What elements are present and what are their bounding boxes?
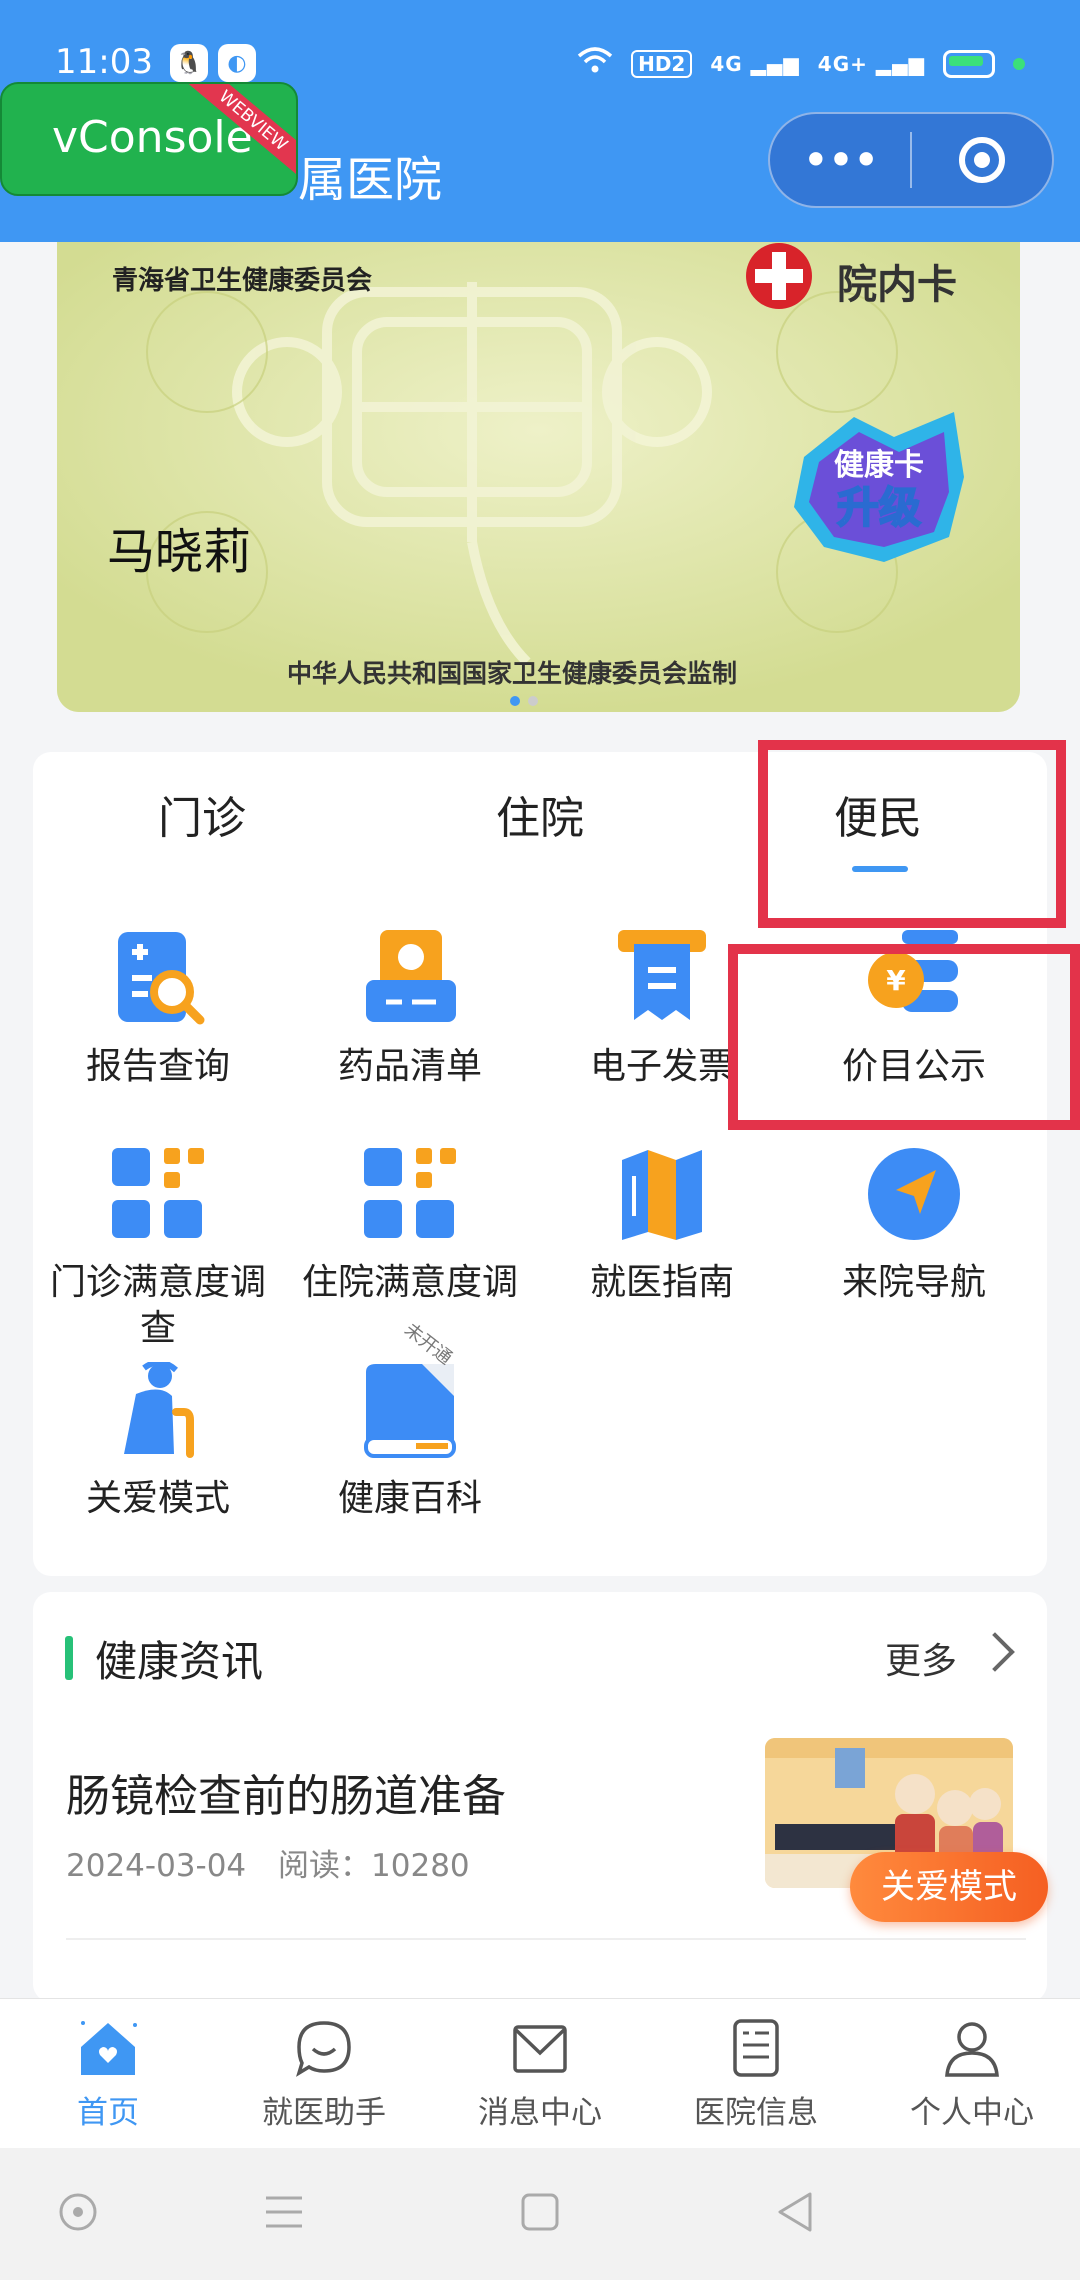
tabbar-label: 医院信息 [694, 2095, 818, 2131]
service-label: 健康百科 [337, 1478, 482, 1519]
signal-2: 4G+ ▂▄▆ [817, 52, 925, 76]
vconsole-label: vConsole [52, 112, 253, 163]
carousel-dots [510, 696, 538, 706]
home-icon [81, 2021, 137, 2075]
status-indicators: HD2 4G ▂▄▆ 4G+ ▂▄▆ [577, 46, 1025, 82]
health-card[interactable]: 青海省卫生健康委员会 院内卡 马晓莉 健康卡 升级 中华人民共和国国家卫生健康委… [57, 242, 1020, 712]
status-app-icons: 🐧 ◐ [170, 44, 256, 82]
service-inpatient-survey[interactable]: 住院满意度调查 [285, 1146, 535, 1306]
chevron-right-icon[interactable] [975, 1632, 1015, 1672]
article-date: 2024-03-04 [66, 1848, 247, 1884]
service-outpatient-survey[interactable]: 门诊满意度调查 [33, 1146, 283, 1352]
inpatient-survey-icon [364, 1148, 456, 1238]
highlight-box-tab [758, 740, 1066, 928]
tabbar-profile[interactable]: 个人中心 [864, 2017, 1080, 2132]
service-label: 关爱模式 [85, 1478, 230, 1519]
more-button[interactable]: ••• [770, 130, 910, 190]
medicine-list-icon [366, 930, 456, 1022]
tabbar-home[interactable]: 首页 [0, 2017, 216, 2132]
assistant-circle-icon[interactable] [56, 2190, 100, 2234]
news-divider [66, 1938, 1026, 1940]
medical-guide-icon [622, 1150, 702, 1240]
service-elderly-care[interactable]: 关爱模式 [33, 1362, 283, 1522]
card-supervisor: 中华人民共和国国家卫生健康委员会监制 [287, 659, 738, 688]
news-section-title: 健康资讯 [95, 1637, 264, 1686]
e-invoice-icon [618, 930, 706, 1020]
chat-assistant-icon [296, 2021, 351, 2077]
charging-dot [1013, 58, 1025, 70]
navigation-icon [868, 1148, 960, 1240]
page-title: 属医院 [298, 152, 443, 208]
service-label: 药品清单 [337, 1046, 482, 1087]
health-encyclopedia-icon [364, 1364, 456, 1458]
section-accent-bar [65, 1636, 73, 1680]
service-medicine-list[interactable]: 药品清单 [285, 930, 535, 1090]
tabbar-assistant[interactable]: 就医助手 [216, 2017, 432, 2132]
signal-1: 4G ▂▄▆ [710, 52, 800, 76]
card-type: 院内卡 [837, 262, 957, 308]
service-label: 门诊满意度调查 [49, 1262, 266, 1349]
article-meta: 2024-03-04 阅读：10280 [66, 1840, 470, 1885]
report-search-icon [118, 932, 205, 1025]
carousel-dot[interactable] [528, 696, 538, 706]
tab-outpatient[interactable]: 门诊 [158, 782, 246, 846]
qq-icon: 🐧 [170, 44, 208, 82]
menu-icon[interactable] [262, 2190, 306, 2234]
vconsole-button[interactable]: vConsole WEBVIEW [0, 82, 298, 196]
tabbar-label: 首页 [77, 2095, 139, 2131]
upgrade-line-2: 升级 [837, 483, 921, 532]
service-navigation[interactable]: 来院导航 [789, 1146, 1039, 1306]
tabbar-label: 消息中心 [478, 2095, 602, 2131]
service-health-encyclopedia[interactable]: 健康百科 [285, 1362, 535, 1522]
battery-icon [943, 50, 995, 78]
tabbar-hospital-info[interactable]: 医院信息 [648, 2017, 864, 2132]
service-label: 来院导航 [841, 1262, 986, 1303]
carousel-dot[interactable] [510, 696, 520, 706]
target-icon [959, 137, 1005, 183]
mail-icon [513, 2025, 567, 2073]
status-time: 11:03 [55, 42, 153, 82]
wifi-icon [577, 46, 613, 82]
red-cross-icon [746, 243, 812, 309]
browser-icon: ◐ [218, 44, 256, 82]
mini-program-capsule: ••• [768, 112, 1054, 208]
system-navigation-bar [0, 2148, 1080, 2280]
hd-badge: HD2 [631, 50, 693, 78]
bottom-tab-bar: 首页 就医助手 消息中心 医院信息 个人中心 [0, 1998, 1080, 2149]
service-report-search[interactable]: 报告查询 [33, 930, 283, 1090]
care-mode-floating-button[interactable]: 关爱模式 [850, 1852, 1048, 1922]
card-holder-name: 马晓莉 [107, 524, 252, 580]
news-more-link[interactable]: 更多 [885, 1632, 957, 1684]
person-icon [945, 2022, 999, 2077]
service-medical-guide[interactable]: 就医指南 [537, 1146, 787, 1306]
tabbar-label: 个人中心 [910, 2095, 1034, 2131]
service-label: 报告查询 [85, 1046, 230, 1087]
card-issuer: 青海省卫生健康委员会 [112, 266, 373, 296]
outpatient-survey-icon [112, 1148, 204, 1238]
article-title[interactable]: 肠镜检查前的肠道准备 [66, 1760, 506, 1824]
tab-inpatient[interactable]: 住院 [496, 782, 584, 846]
service-label: 住院满意度调查 [301, 1262, 518, 1303]
health-news-section: 健康资讯 更多 肠镜检查前的肠道准备 2024-03-04 阅读：10280 [33, 1592, 1047, 2002]
home-square-icon[interactable] [518, 2190, 562, 2234]
health-card-upgrade-badge[interactable]: 健康卡 升级 [784, 397, 974, 572]
tabbar-label: 就医助手 [262, 2095, 386, 2131]
service-label: 就医指南 [589, 1262, 734, 1303]
elderly-care-icon [124, 1362, 194, 1458]
document-icon [733, 2019, 779, 2077]
article-reads: 阅读：10280 [278, 1848, 470, 1884]
tabbar-messages[interactable]: 消息中心 [432, 2017, 648, 2132]
back-icon[interactable] [774, 2190, 818, 2234]
upgrade-line-1: 健康卡 [834, 448, 924, 483]
close-button[interactable] [912, 137, 1052, 183]
highlight-box-price-list [728, 944, 1080, 1130]
